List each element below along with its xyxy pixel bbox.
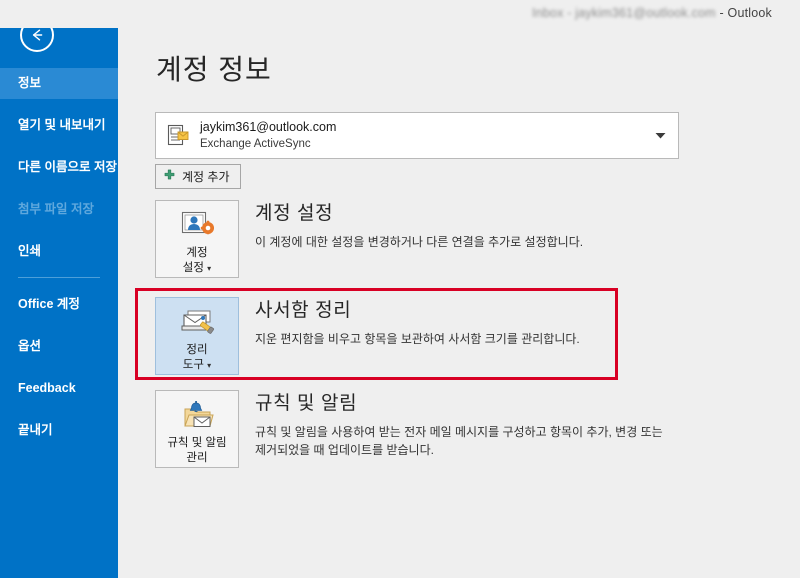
title-bar: Inbox - jaykim361@outlook.com - Outlook	[0, 0, 800, 28]
account-settings-button[interactable]: 계정 설정 ▾	[155, 200, 239, 278]
account-text-block: jaykim361@outlook.com Exchange ActiveSyn…	[200, 118, 642, 154]
rules-alerts-icon	[179, 400, 215, 433]
account-settings-label-line2: 설정	[182, 262, 204, 275]
section-rules-and-alerts: 규칙 및 알림 관리 규칙 및 알림 규칙 및 알림을 사용하여 받는 전자 메…	[155, 390, 667, 468]
sidebar-item-print[interactable]: 인쇄	[0, 236, 118, 267]
sidebar-item-save-attachments: 첨부 파일 저장	[18, 201, 94, 216]
add-account-button[interactable]: 계정 추가	[155, 164, 241, 189]
account-settings-description: 이 계정에 대한 설정을 변경하거나 다른 연결을 추가로 설정합니다.	[255, 234, 584, 249]
chevron-down-icon[interactable]	[642, 132, 678, 140]
account-settings-label-line1: 계정	[186, 246, 208, 259]
cleanup-tools-button-label: 정리 도구 ▾	[183, 343, 211, 374]
mailbox-cleanup-text: 사서함 정리 지운 편지함을 비우고 항목을 보관하여 사서함 크기를 관리합니…	[255, 297, 580, 348]
sidebar-item-feedback[interactable]: Feedback	[0, 373, 118, 404]
rules-alerts-label-line1: 규칙 및 알림	[167, 436, 227, 449]
account-type: Exchange ActiveSync	[200, 138, 311, 151]
cleanup-tools-label-line1: 정리	[186, 343, 208, 356]
outlook-backstage-window: Inbox - jaykim361@outlook.com - Outlook …	[0, 0, 800, 578]
sidebar-item-info[interactable]: 정보	[0, 68, 118, 99]
sidebar-item-save-as[interactable]: 다른 이름으로 저장	[0, 152, 118, 183]
sidebar-item-exit[interactable]: 끝내기	[0, 415, 118, 446]
cleanup-tools-icon	[179, 307, 215, 340]
rules-alerts-button-label: 규칙 및 알림 관리	[167, 436, 226, 467]
dropdown-caret-icon[interactable]: ▾	[207, 361, 211, 370]
cleanup-tools-label-line2: 도구	[182, 359, 204, 372]
account-email: jaykim361@outlook.com	[200, 119, 337, 134]
sidebar-divider	[18, 277, 100, 279]
backstage-sidebar: 정보 열기 및 내보내기 다른 이름으로 저장 첨부 파일 저장 인쇄 Offi…	[0, 0, 118, 578]
rules-alerts-heading: 규칙 및 알림	[255, 393, 358, 414]
dropdown-caret-icon[interactable]: ▾	[207, 264, 211, 273]
backstage-nav: 정보 열기 및 내보내기 다른 이름으로 저장 첨부 파일 저장 인쇄 Offi…	[0, 68, 118, 446]
cleanup-tools-button[interactable]: 정리 도구 ▾	[155, 297, 239, 375]
account-mail-icon	[156, 123, 200, 149]
rules-alerts-description: 규칙 및 알림을 사용하여 받는 전자 메일 메시지를 구성하고 항목이 추가,…	[255, 424, 663, 458]
section-account-settings: 계정 설정 ▾ 계정 설정 이 계정에 대한 설정을 변경하거나 다른 연결을 …	[155, 200, 583, 278]
rules-alerts-label-line2: 관리	[186, 452, 208, 465]
sidebar-item-options[interactable]: 옵션	[0, 331, 118, 362]
plus-icon	[163, 169, 176, 185]
add-account-label: 계정 추가	[182, 170, 230, 184]
back-arrow-icon	[28, 26, 46, 44]
sidebar-item-open-export[interactable]: 열기 및 내보내기	[0, 110, 118, 141]
account-selector[interactable]: jaykim361@outlook.com Exchange ActiveSyn…	[155, 112, 679, 159]
mailbox-cleanup-description: 지운 편지함을 비우고 항목을 보관하여 사서함 크기를 관리합니다.	[255, 331, 580, 346]
sidebar-item-office-account[interactable]: Office 계정	[0, 289, 118, 320]
window-title: Inbox - jaykim361@outlook.com - Outlook	[532, 6, 772, 20]
account-settings-icon	[180, 210, 214, 243]
account-settings-text: 계정 설정 이 계정에 대한 설정을 변경하거나 다른 연결을 추가로 설정합니…	[255, 200, 583, 251]
account-settings-heading: 계정 설정	[255, 203, 334, 224]
window-title-blurred-part: Inbox - jaykim361@outlook.com	[531, 6, 716, 20]
mailbox-cleanup-heading: 사서함 정리	[255, 300, 352, 321]
account-settings-button-label: 계정 설정 ▾	[183, 246, 211, 277]
section-mailbox-cleanup: 정리 도구 ▾ 사서함 정리 지운 편지함을 비우고 항목을 보관하여 사서함 …	[155, 297, 580, 375]
backstage-content: 계정 정보 jaykim361@outlook.com Exchange Act…	[118, 0, 800, 578]
page-title: 계정 정보	[156, 54, 272, 85]
window-title-app-part: - Outlook	[715, 6, 772, 20]
rules-alerts-button[interactable]: 규칙 및 알림 관리	[155, 390, 239, 468]
rules-alerts-text: 규칙 및 알림 규칙 및 알림을 사용하여 받는 전자 메일 메시지를 구성하고…	[255, 390, 667, 460]
